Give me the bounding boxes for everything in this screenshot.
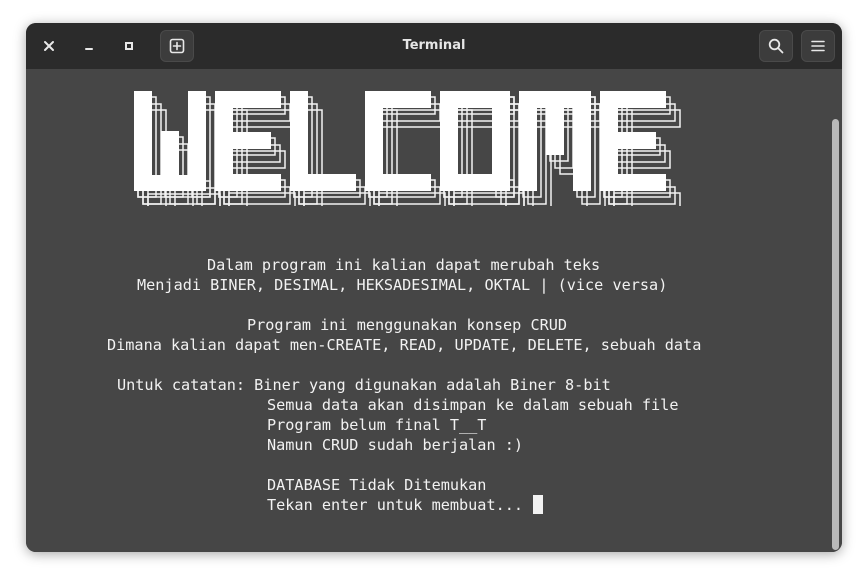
menu-button[interactable]: [801, 30, 835, 62]
titlebar: Terminal: [26, 23, 842, 69]
line-note-2: Semua data akan disimpan ke dalam sebuah…: [267, 396, 679, 414]
minimize-button[interactable]: [72, 30, 106, 62]
line-note-4: Namun CRUD sudah berjalan :): [267, 436, 524, 454]
line-intro-2: Menjadi BINER, DESIMAL, HEKSADESIMAL, OK…: [137, 276, 668, 294]
menu-icon: [811, 40, 825, 52]
maximize-button[interactable]: [112, 30, 146, 62]
text-cursor: [533, 495, 544, 514]
terminal-output[interactable]: Dalam program ini kalian dapat merubah t…: [26, 69, 842, 552]
line-prompt: Tekan enter untuk membuat...: [267, 495, 544, 515]
line-note-3: Program belum final T__T: [267, 416, 487, 434]
line-crud-1: Program ini menggunakan konsep CRUD: [247, 316, 568, 334]
minimize-icon: [85, 48, 93, 50]
line-db-status: DATABASE Tidak Ditemukan: [267, 476, 487, 494]
prompt-text: Tekan enter untuk membuat...: [267, 496, 533, 514]
new-tab-icon: [169, 38, 185, 54]
line-crud-2: Dimana kalian dapat men-CREATE, READ, UP…: [107, 336, 702, 354]
maximize-icon: [125, 42, 133, 50]
scrollbar-thumb[interactable]: [832, 119, 839, 550]
line-note-1: Untuk catatan: Biner yang digunakan adal…: [117, 376, 611, 394]
window-title: Terminal: [402, 38, 466, 53]
search-icon: [768, 38, 784, 54]
new-tab-button[interactable]: [160, 30, 194, 62]
line-intro-1: Dalam program ini kalian dapat merubah t…: [207, 256, 601, 274]
terminal-window: Terminal Dalam program ini kalian dapat …: [26, 23, 842, 552]
search-button[interactable]: [759, 30, 793, 62]
scrollbar[interactable]: [831, 119, 840, 550]
close-icon: [44, 41, 54, 51]
terminal-text: Dalam program ini kalian dapat merubah t…: [26, 69, 826, 552]
close-button[interactable]: [32, 30, 66, 62]
